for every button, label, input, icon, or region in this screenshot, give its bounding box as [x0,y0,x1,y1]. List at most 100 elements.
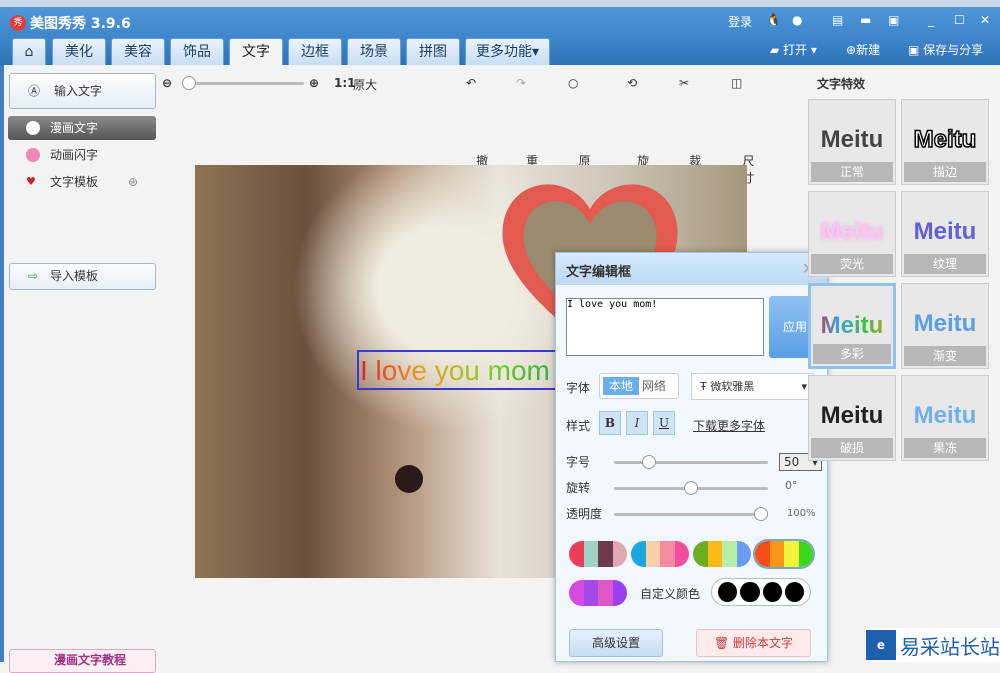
cuff-button [395,465,423,493]
rotate-value: 0° [785,479,798,492]
comic-text-tutorial-button[interactable]: 漫画文字教程 [9,649,156,673]
text-input[interactable]: I love you mom! [566,298,764,356]
app-title: 美图秀秀 3.9.6 [30,16,131,32]
tab-frame[interactable]: 边框 [288,38,342,65]
effect-1[interactable]: Meitu 正常 [808,99,896,185]
tab-home[interactable]: ⌂ [12,38,46,65]
zoom-knob[interactable] [182,76,196,90]
quick-toolbar [0,0,1000,7]
crop-button[interactable]: ✂裁剪 [679,76,701,185]
font-select[interactable]: Ŧ 微软雅黑 ▾ [691,373,814,400]
input-text-button[interactable]: Ⓐ 输入文字 [9,73,156,109]
effect-5[interactable]: Meitu 多彩 [808,283,896,369]
tab-scene[interactable]: 场景 [347,38,401,65]
effect-sample: Meitu [820,218,884,245]
resize-button[interactable]: ◫ 尺寸 [731,76,754,185]
feedback-icon[interactable]: ▬ [860,13,871,27]
effect-label: 纹理 [904,254,986,274]
color-palette-2[interactable] [631,541,689,567]
tab-face[interactable]: 美容 [111,38,165,65]
effect-8[interactable]: Meitu 果冻 [901,375,989,461]
original-size-button[interactable]: 原大 [353,76,377,93]
effect-label: 渐变 [904,346,986,366]
italic-button[interactable]: I [626,411,648,435]
underline-button[interactable]: U [653,411,675,435]
tab-beautify[interactable]: 美化 [52,38,106,65]
font-label: 字体 [566,381,591,395]
effect-6[interactable]: Meitu 渐变 [901,283,989,369]
effect-sample: Meitu [913,218,977,245]
speech-bubble-icon [26,121,40,135]
watermark: e 易采站长站 [866,628,1000,662]
rotate-label: 旋转 [566,481,591,495]
close-button[interactable]: ✕ [980,13,990,27]
rotate-slider[interactable] [614,481,768,495]
font-local-tab[interactable]: 本地 [603,377,639,395]
open-button[interactable]: ▰ 打开 ▾ [770,41,817,58]
effect-sample: Meitu [820,402,884,429]
zoom-in-icon[interactable]: ⊕ [309,76,319,90]
text-edit-dialog: 文字编辑框✕ I love you mom! 应用 字体 本地 网络 Ŧ 微软雅… [555,252,828,662]
title-bar: 秀 美图秀秀 3.9.6 登录 🐧 ● ▤ ▬ ▣ _ ☐ ✕ [0,7,1000,37]
rotate-button[interactable]: ⟲旋转 [627,76,649,185]
expand-icon[interactable]: ⊛ [128,170,138,194]
login-link[interactable]: 登录 [728,13,752,30]
custom-color-3[interactable] [762,582,782,602]
doc-icon[interactable]: ▤ [832,13,843,27]
color-palette-3[interactable] [693,541,751,567]
color-palette-5[interactable] [569,580,627,606]
effect-7[interactable]: Meitu 破损 [808,375,896,461]
effect-4[interactable]: Meitu 纹理 [901,191,989,277]
text-a-icon: Ⓐ [28,84,41,98]
opacity-slider-knob[interactable] [754,507,768,521]
color-palette-1[interactable] [569,541,627,567]
opacity-slider[interactable] [614,507,768,521]
new-button[interactable]: ⊕新建 [846,41,880,58]
undo-button[interactable]: ↶撤销 [466,76,488,185]
delete-text-button[interactable]: 🗑 删除本文字 [696,629,811,657]
tab-more[interactable]: 更多功能▾ [465,38,550,65]
rotate-slider-knob[interactable] [684,481,698,495]
effect-label: 正常 [811,162,893,182]
save-share-button[interactable]: ▣ 保存与分享 [908,41,983,58]
skin-icon[interactable]: ▣ [888,13,899,27]
redo-button[interactable]: ↷重做 [516,76,538,185]
custom-color-swatches[interactable] [711,578,811,606]
download-fonts-link[interactable]: 下载更多字体 [693,417,765,434]
dialog-title: 文字编辑框 [566,265,632,280]
advanced-settings-button[interactable]: 高级设置 [569,629,663,657]
weibo-icon[interactable]: ● [792,13,802,27]
zoom-slider[interactable] [182,76,304,90]
size-slider-knob[interactable] [642,455,656,469]
custom-color-1[interactable] [718,582,738,602]
effect-label: 果冻 [904,438,986,458]
import-icon: ⇨ [28,269,39,283]
sidebar-item-comic-text[interactable]: 漫画文字 [8,116,156,140]
qq-icon[interactable]: 🐧 [766,13,781,27]
font-source-toggle: 本地 网络 [599,373,679,399]
tab-collage[interactable]: 拼图 [406,38,460,65]
original-image-button[interactable]: ○原图 [568,76,591,185]
effect-label: 描边 [904,162,986,182]
zoom-out-icon[interactable]: ⊖ [162,76,172,90]
import-template-button[interactable]: ⇨ 导入模板 [9,263,156,290]
effect-label: 荧光 [811,254,893,274]
font-web-tab[interactable]: 网络 [642,377,666,395]
custom-color-2[interactable] [740,582,760,602]
effect-3[interactable]: Meitu 荧光 [808,191,896,277]
size-slider[interactable] [614,455,768,469]
effect-sample: Meitu [820,126,884,153]
minimize-button[interactable]: _ [928,13,934,27]
bold-button[interactable]: B [599,411,621,435]
tab-decor[interactable]: 饰品 [170,38,224,65]
effect-label: 破损 [811,438,893,458]
tab-text[interactable]: 文字 [229,38,283,65]
sidebar-item-animated-text[interactable]: 动画闪字 [8,143,156,167]
effect-2[interactable]: Meitu 描边 [901,99,989,185]
sidebar-item-text-template[interactable]: ♥ 文字模板 ⊛ [8,170,156,194]
watermark-text: 易采站长站 [900,635,1000,659]
watermark-logo: e [866,630,896,660]
canvas-text[interactable]: I love you mom [360,355,550,387]
maximize-button[interactable]: ☐ [954,13,965,27]
effect-label: 多彩 [813,344,891,364]
